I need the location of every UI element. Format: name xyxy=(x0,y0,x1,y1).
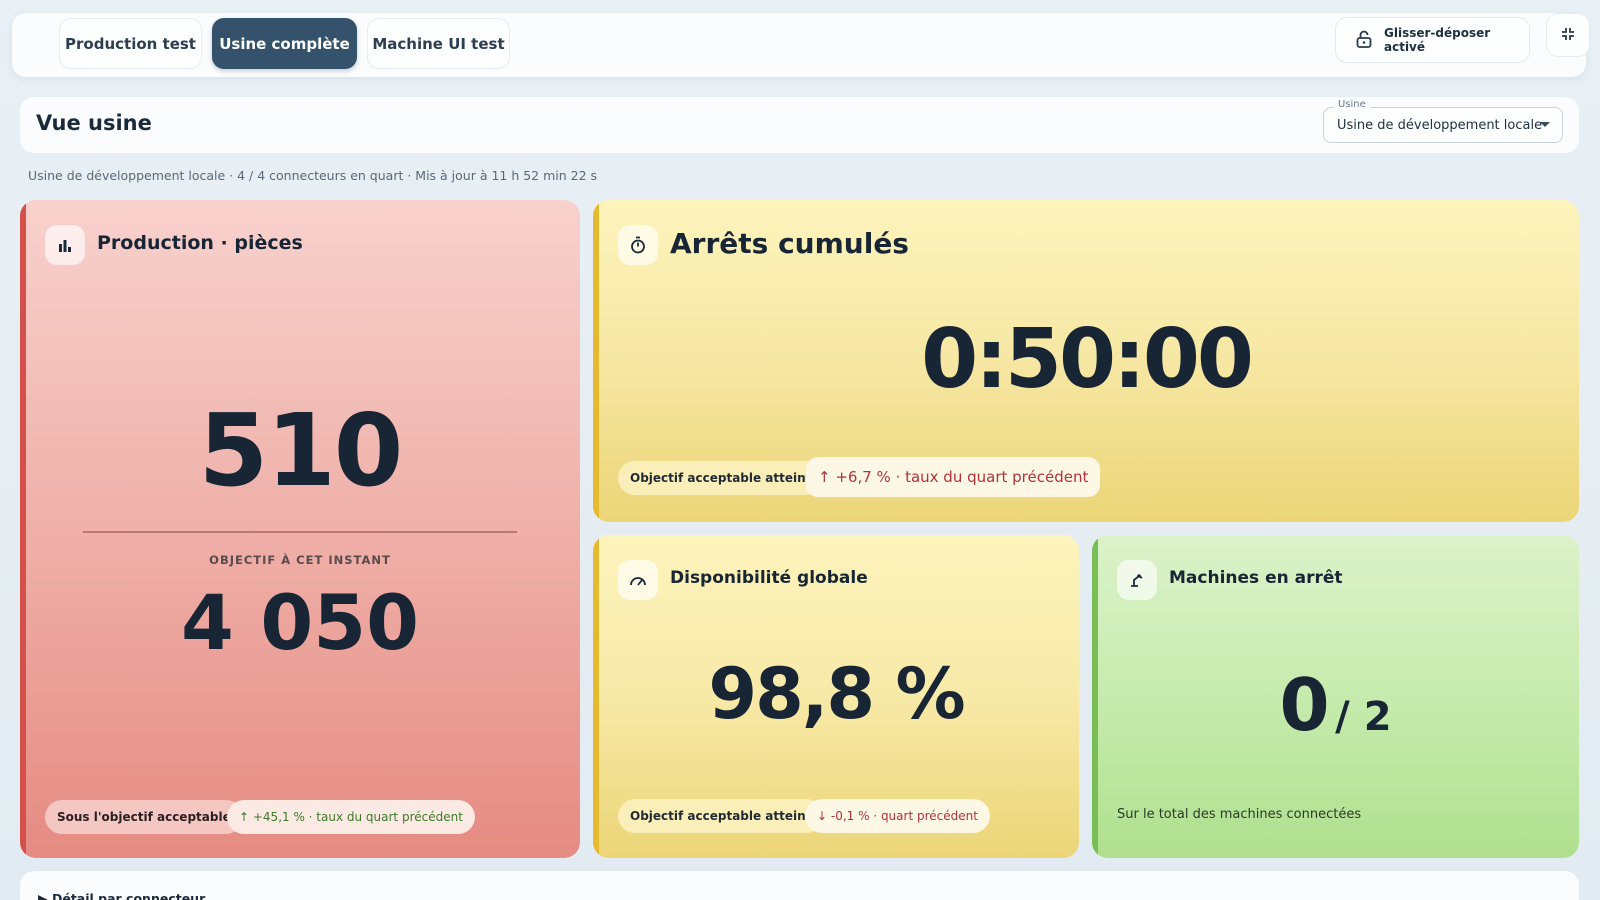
delta-badge: ↑ +45,1 % · taux du quart précédent xyxy=(227,800,475,834)
machines-value: 0 xyxy=(1279,663,1330,747)
machines-total: / 2 xyxy=(1335,694,1392,740)
target-label: OBJECTIF À CET INSTANT xyxy=(209,553,391,567)
delta-badge: ↓ -0,1 % · quart précédent xyxy=(805,799,990,833)
usine-select-legend: Usine xyxy=(1334,99,1370,110)
robot-arm-icon xyxy=(1117,560,1157,600)
machines-card: Machines en arrêt 0 / 2 Sur le total des… xyxy=(1092,535,1579,858)
arrets-card: Arrêts cumulés 0:50:00 Objectif acceptab… xyxy=(593,200,1579,522)
target-value: 4 050 xyxy=(181,578,419,667)
drag-drop-label: Glisser-déposer activé xyxy=(1384,26,1491,54)
disponibilite-value: 98,8 % xyxy=(708,653,965,735)
status-subline: Usine de développement locale · 4 / 4 co… xyxy=(28,168,598,183)
status-badge: Objectif acceptable atteint xyxy=(618,799,824,833)
lock-open-icon xyxy=(1356,30,1372,51)
usine-select[interactable]: Usine Usine de développement locale xyxy=(1323,99,1563,143)
disponibilite-title: Disponibilité globale xyxy=(670,568,868,588)
connector-detail-section[interactable]: ▶ Détail par connecteur xyxy=(20,871,1579,900)
gauge-icon xyxy=(618,560,658,600)
card-accent xyxy=(20,200,26,858)
production-card: Production · pièces 510 OBJECTIF À CET I… xyxy=(20,200,580,858)
production-value: 510 xyxy=(198,392,404,509)
status-badge: Objectif acceptable atteint xyxy=(618,461,824,495)
chevron-down-icon xyxy=(1540,122,1550,127)
delta-badge: ↑ +6,7 % · taux du quart précédent xyxy=(806,457,1101,497)
tab-production-test[interactable]: Production test xyxy=(59,18,202,69)
connector-detail-toggle[interactable]: ▶ Détail par connecteur xyxy=(38,891,205,900)
top-tab-bar: Production test Usine complète Machine U… xyxy=(12,13,1590,77)
arrets-value: 0:50:00 xyxy=(921,312,1254,407)
disponibilite-card: Disponibilité globale 98,8 % Objectif ac… xyxy=(593,535,1079,858)
page-header: Vue usine Usine Usine de développement l… xyxy=(20,97,1579,153)
collapse-button[interactable] xyxy=(1546,13,1590,57)
page-title: Vue usine xyxy=(36,111,152,135)
drag-drop-toggle-button[interactable]: Glisser-déposer activé xyxy=(1335,17,1530,63)
machines-value-group: 0 / 2 xyxy=(1092,663,1579,747)
tab-machine-ui-test[interactable]: Machine UI test xyxy=(367,18,510,69)
divider xyxy=(83,531,517,533)
collapse-icon xyxy=(1561,26,1575,45)
usine-select-value: Usine de développement locale xyxy=(1337,117,1543,133)
machines-footer: Sur le total des machines connectées xyxy=(1117,807,1362,822)
stopwatch-icon xyxy=(618,225,658,265)
status-badge: Sous l'objectif acceptable xyxy=(45,800,243,834)
bar-chart-icon xyxy=(45,225,85,265)
arrets-title: Arrêts cumulés xyxy=(670,227,909,260)
tab-usine-complete[interactable]: Usine complète xyxy=(212,18,357,69)
machines-title: Machines en arrêt xyxy=(1169,568,1343,588)
production-title: Production · pièces xyxy=(97,232,303,254)
